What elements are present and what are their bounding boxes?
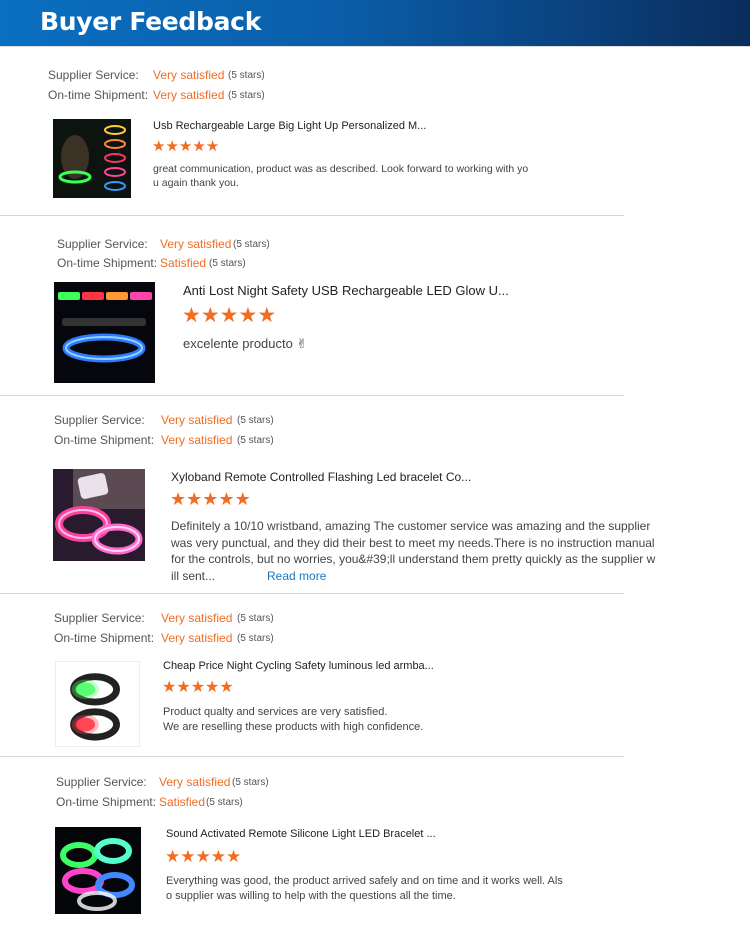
supplier-service-stars: (5 stars): [232, 777, 269, 788]
supplier-service-stars: (5 stars): [237, 613, 274, 624]
star-rating: ★ ★ ★ ★ ★: [182, 305, 276, 326]
review-divider: [0, 593, 624, 594]
supplier-service-label: Supplier Service:: [56, 775, 147, 789]
star-icon: ★: [205, 679, 220, 696]
supplier-service-value: Very satisfied: [153, 68, 225, 82]
header-divider: [0, 46, 750, 47]
star-icon: ★: [202, 489, 219, 509]
review-comment: Everything was good, the product arrived…: [166, 874, 563, 904]
ontime-shipment-label: On-time Shipment:: [56, 795, 157, 809]
comment-line: ill sent... Read more: [171, 568, 655, 585]
led-collar-icon[interactable]: [54, 282, 155, 383]
ontime-shipment-value: Satisfied: [159, 795, 206, 809]
star-icon: ★: [176, 679, 191, 696]
star-icon: ★: [195, 847, 211, 866]
review-comment: excelente producto ✌: [183, 336, 307, 352]
supplier-service-value: Very satisfied: [160, 237, 232, 251]
supplier-service-value: Very satisfied: [161, 413, 233, 427]
ontime-shipment-stars: (5 stars): [228, 90, 265, 101]
supplier-service-label: Supplier Service:: [48, 68, 139, 82]
ontime-shipment-stars: (5 stars): [206, 797, 243, 808]
star-icon: ★: [190, 679, 206, 696]
supplier-service-value: Very satisfied: [159, 775, 231, 789]
star-rating: ★ ★ ★ ★ ★: [165, 848, 241, 865]
star-icon: ★: [170, 489, 187, 509]
review-comment: great communication, product was as desc…: [153, 162, 528, 190]
ontime-shipment-value: Very satisfied: [153, 88, 225, 102]
supplier-service-stars: (5 stars): [228, 70, 265, 81]
product-title[interactable]: Cheap Price Night Cycling Safety luminou…: [163, 660, 434, 672]
ontime-shipment-value: Very satisfied: [161, 631, 233, 645]
review-comment: Definitely a 10/10 wristband, amazing Th…: [171, 518, 655, 584]
star-icon: ★: [152, 138, 166, 155]
star-icon: ★: [219, 304, 239, 327]
comment-line: u again thank you.: [153, 177, 239, 189]
star-icon: ★: [257, 304, 277, 327]
ontime-shipment-label: On-time Shipment:: [54, 433, 155, 447]
armband-icon[interactable]: [55, 661, 140, 747]
star-icon: ★: [226, 847, 242, 866]
comment-line: for the controls, but no worries, you&#3…: [171, 552, 656, 566]
product-title[interactable]: Usb Rechargeable Large Big Light Up Pers…: [153, 120, 426, 132]
comment-line: Product qualty and services are very sat…: [163, 706, 388, 718]
star-icon: ★: [165, 847, 181, 866]
comment-line: We are reselling these products with hig…: [163, 721, 424, 733]
star-icon: ★: [219, 679, 234, 696]
star-icon: ★: [182, 304, 201, 327]
comment-line-text: ill sent...: [171, 568, 216, 583]
review-divider: [0, 215, 624, 216]
ontime-shipment-stars: (5 stars): [237, 435, 274, 446]
supplier-service-stars: (5 stars): [237, 415, 274, 426]
star-icon: ★: [238, 304, 258, 327]
supplier-service-label: Supplier Service:: [54, 611, 145, 625]
supplier-service-label: Supplier Service:: [54, 413, 145, 427]
wristband-icon[interactable]: [53, 469, 145, 561]
star-icon: ★: [200, 304, 220, 327]
ontime-shipment-label: On-time Shipment:: [57, 256, 158, 270]
star-icon: ★: [180, 847, 196, 866]
ontime-shipment-value: Very satisfied: [161, 433, 233, 447]
star-icon: ★: [165, 138, 179, 155]
review-divider: [0, 756, 624, 757]
comment-line: Everything was good, the product arrived…: [166, 875, 563, 887]
comment-line: was very punctual, and they did their be…: [171, 535, 655, 550]
review-divider: [0, 395, 624, 396]
product-title[interactable]: Anti Lost Night Safety USB Rechargeable …: [183, 283, 509, 298]
header-banner: Buyer Feedback: [0, 0, 750, 46]
supplier-service-stars: (5 stars): [233, 239, 270, 250]
bracelet-icon[interactable]: [55, 827, 141, 914]
supplier-service-value: Very satisfied: [161, 611, 233, 625]
product-title[interactable]: Sound Activated Remote Silicone Light LE…: [166, 828, 436, 840]
star-icon: ★: [205, 138, 220, 155]
star-icon: ★: [234, 489, 251, 509]
product-title[interactable]: Xyloband Remote Controlled Flashing Led …: [171, 470, 471, 484]
star-icon: ★: [218, 489, 235, 509]
ontime-shipment-label: On-time Shipment:: [48, 88, 149, 102]
star-icon: ★: [210, 847, 226, 866]
dog-collar-icon[interactable]: [53, 119, 131, 198]
ontime-shipment-label: On-time Shipment:: [54, 631, 155, 645]
ontime-shipment-value: Satisfied: [160, 256, 207, 270]
star-rating: ★ ★ ★ ★ ★: [152, 139, 219, 154]
ontime-shipment-stars: (5 stars): [209, 258, 246, 269]
review-comment: Product qualty and services are very sat…: [163, 705, 423, 735]
star-rating: ★ ★ ★ ★ ★: [170, 490, 251, 508]
supplier-service-label: Supplier Service:: [57, 237, 148, 251]
comment-line: Definitely a 10/10 wristband, amazing Th…: [171, 519, 651, 533]
star-icon: ★: [186, 489, 203, 509]
page-title: Buyer Feedback: [40, 7, 262, 36]
comment-line: o supplier was willing to help with the …: [166, 890, 456, 902]
star-rating: ★ ★ ★ ★ ★: [162, 680, 234, 696]
star-icon: ★: [178, 138, 193, 155]
read-more-link[interactable]: Read more: [267, 569, 326, 583]
comment-line: great communication, product was as desc…: [153, 163, 529, 175]
ontime-shipment-stars: (5 stars): [237, 633, 274, 644]
star-icon: ★: [192, 138, 206, 155]
star-icon: ★: [162, 679, 177, 696]
comment-line: excelente producto ✌: [183, 336, 308, 351]
